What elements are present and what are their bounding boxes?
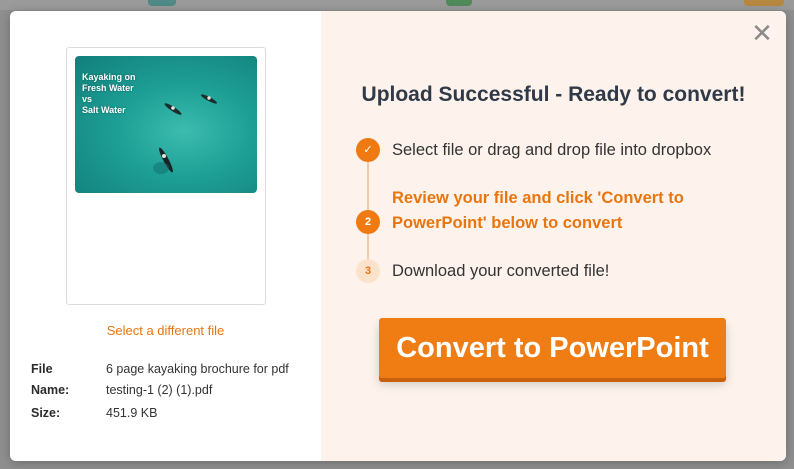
step-3-text: Download your converted file! <box>392 262 610 280</box>
thumbnail-title-line: vs <box>82 94 93 104</box>
step-1-text: Select file or drag and drop file into d… <box>392 141 712 159</box>
file-preview-panel: Kayaking on Fresh Water vs Salt Water Se… <box>10 11 321 461</box>
thumbnail-title: Kayaking on Fresh Water vs Salt Water <box>82 72 172 116</box>
file-size-value: 451.9 KB <box>106 406 158 420</box>
conversion-modal: Kayaking on Fresh Water vs Salt Water Se… <box>10 11 786 461</box>
conversion-steps-panel: ✕ Upload Successful - Ready to convert! … <box>321 11 786 461</box>
thumbnail-title-line: Salt Water <box>82 105 126 115</box>
background-chip <box>744 0 784 6</box>
modal-heading: Upload Successful - Ready to convert! <box>361 83 746 106</box>
file-preview-card: Kayaking on Fresh Water vs Salt Water <box>66 47 266 305</box>
file-name-value: 6 page kayaking brochure for pdf testing… <box>106 362 289 397</box>
file-size-label: Size: <box>31 406 61 420</box>
thumbnail-title-line: Kayaking on <box>82 72 136 82</box>
file-thumbnail: Kayaking on Fresh Water vs Salt Water <box>75 56 257 193</box>
background-chip <box>446 0 472 6</box>
step-3-number: 3 <box>356 259 380 283</box>
check-icon: ✓ <box>356 138 380 162</box>
convert-to-powerpoint-button[interactable]: Convert to PowerPoint <box>379 318 726 378</box>
background-chip <box>148 0 176 6</box>
file-name-label: File Name: <box>31 362 70 397</box>
background-header-strip <box>0 0 794 10</box>
select-different-file-link[interactable]: Select a different file <box>10 323 321 338</box>
step-2-text: Review your file and click 'Convert to P… <box>392 189 684 232</box>
thumbnail-title-line: Fresh Water <box>82 83 134 93</box>
close-icon[interactable]: ✕ <box>750 20 774 46</box>
step-2-number: 2 <box>356 210 380 234</box>
